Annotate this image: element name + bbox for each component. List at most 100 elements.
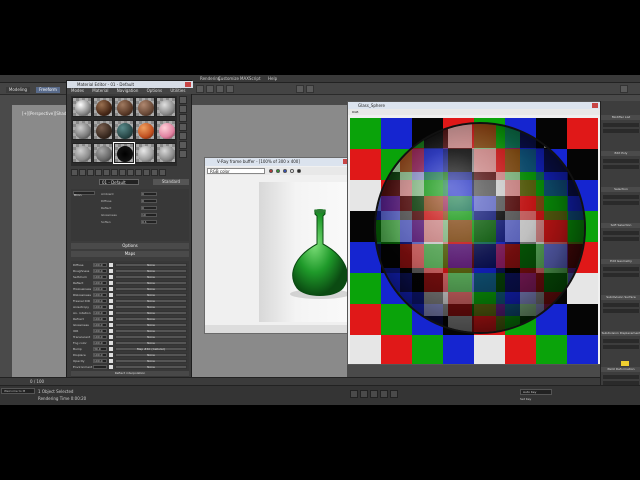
command-panel-field[interactable] bbox=[603, 309, 639, 313]
make-preview-icon[interactable] bbox=[179, 141, 187, 149]
command-panel-field[interactable] bbox=[603, 165, 639, 169]
channel-label[interactable]: RGB bbox=[352, 109, 358, 115]
material-name-field[interactable]: 01 - Default bbox=[99, 179, 139, 185]
map-slot-button[interactable]: None bbox=[115, 323, 187, 327]
map-slot-button[interactable]: None bbox=[115, 317, 187, 321]
map-enable-checkbox[interactable] bbox=[109, 359, 113, 363]
map-slot-button[interactable]: None bbox=[115, 365, 187, 369]
color-swatch[interactable] bbox=[621, 361, 629, 366]
command-panel-rollout[interactable]: Selection bbox=[601, 187, 640, 192]
param-spinner[interactable]: 0 bbox=[141, 192, 157, 196]
map-slot-button[interactable]: None bbox=[115, 287, 187, 291]
param-spinner[interactable]: 0 bbox=[141, 206, 157, 210]
material-id-icon[interactable] bbox=[127, 169, 134, 176]
map-enable-checkbox[interactable] bbox=[109, 281, 113, 285]
options-rollout-header[interactable]: Options bbox=[71, 243, 189, 249]
reset-map-icon[interactable] bbox=[95, 169, 102, 176]
move-icon[interactable] bbox=[206, 85, 214, 93]
options-icon[interactable] bbox=[179, 150, 187, 158]
map-enable-checkbox[interactable] bbox=[109, 335, 113, 339]
map-slot-button[interactable]: None bbox=[115, 269, 187, 273]
map-slot-button[interactable]: None bbox=[115, 359, 187, 363]
next-frame-icon[interactable] bbox=[380, 390, 388, 398]
map-slot-button[interactable]: Map #40 (Cellular) bbox=[115, 347, 187, 351]
tab-freeform[interactable]: Freeform bbox=[36, 87, 60, 93]
map-slot-button[interactable]: None bbox=[115, 341, 187, 345]
map-slot-button[interactable]: None bbox=[115, 293, 187, 297]
map-slot-button[interactable]: None bbox=[115, 353, 187, 357]
map-enable-checkbox[interactable] bbox=[109, 323, 113, 327]
maps-rollout-header[interactable]: Maps bbox=[71, 251, 189, 257]
map-enable-checkbox[interactable] bbox=[109, 341, 113, 345]
go-to-start-icon[interactable] bbox=[350, 390, 358, 398]
go-to-parent-icon[interactable] bbox=[151, 169, 158, 176]
param-spinner[interactable]: 10 bbox=[141, 213, 157, 217]
shader-select[interactable]: Blinn bbox=[73, 191, 95, 197]
command-panel-rollout[interactable]: Subdivision Displacement bbox=[601, 331, 640, 336]
map-amount-spinner[interactable]: 100.0 bbox=[93, 287, 107, 291]
assign-material-icon[interactable] bbox=[87, 169, 94, 176]
go-forward-icon[interactable] bbox=[159, 169, 166, 176]
render-icon[interactable] bbox=[306, 85, 314, 93]
command-panel-rollout[interactable]: Soft Selection bbox=[601, 223, 640, 228]
map-enable-checkbox[interactable] bbox=[109, 311, 113, 315]
put-to-library-icon[interactable] bbox=[119, 169, 126, 176]
map-enable-checkbox[interactable] bbox=[109, 317, 113, 321]
map-slot-button[interactable]: None bbox=[115, 275, 187, 279]
map-amount-spinner[interactable]: 100.0 bbox=[93, 281, 107, 285]
channel-toggle-icon[interactable] bbox=[297, 169, 301, 173]
map-slot-button[interactable]: None bbox=[115, 281, 187, 285]
get-material-icon[interactable] bbox=[71, 169, 78, 176]
map-amount-spinner[interactable]: 100.0 bbox=[93, 353, 107, 357]
command-panel-rollout[interactable]: Edit Geometry bbox=[601, 259, 640, 264]
map-enable-checkbox[interactable] bbox=[109, 287, 113, 291]
map-slot-button[interactable]: None bbox=[115, 311, 187, 315]
auto-key-button[interactable]: Auto Key bbox=[520, 389, 552, 395]
map-amount-spinner[interactable]: 100.0 bbox=[93, 269, 107, 273]
close-icon[interactable] bbox=[185, 82, 191, 87]
play-icon[interactable] bbox=[370, 390, 378, 398]
channel-toggle-icon[interactable] bbox=[269, 169, 273, 173]
sample-slot[interactable] bbox=[72, 143, 92, 163]
command-panel-rollout[interactable]: Subdivision Surface bbox=[601, 295, 640, 300]
show-map-icon[interactable] bbox=[135, 169, 142, 176]
map-slot-button[interactable]: None bbox=[115, 299, 187, 303]
maxscript-listener[interactable]: Welcome to M bbox=[1, 388, 35, 394]
reflect-interpolation-rollout[interactable]: Reflect interpolation bbox=[71, 371, 189, 376]
material-type-button[interactable]: Standard bbox=[153, 179, 189, 185]
close-icon[interactable] bbox=[592, 103, 598, 108]
map-enable-checkbox[interactable] bbox=[109, 263, 113, 267]
put-to-scene-icon[interactable] bbox=[79, 169, 86, 176]
map-enable-checkbox[interactable] bbox=[109, 299, 113, 303]
command-panel-rollout[interactable]: Paint Deformation bbox=[601, 367, 640, 372]
sample-slot[interactable] bbox=[114, 97, 134, 117]
sample-slot[interactable] bbox=[93, 120, 113, 140]
video-check-icon[interactable] bbox=[179, 132, 187, 140]
render-setup-icon[interactable] bbox=[296, 85, 304, 93]
map-enable-checkbox[interactable] bbox=[109, 347, 113, 351]
select-icon[interactable] bbox=[196, 85, 204, 93]
sample-slot[interactable] bbox=[135, 120, 155, 140]
sample-type-icon[interactable] bbox=[179, 96, 187, 104]
show-end-result-icon[interactable] bbox=[143, 169, 150, 176]
map-enable-checkbox[interactable] bbox=[109, 365, 113, 369]
timeline[interactable]: 0 / 100 bbox=[0, 377, 600, 385]
map-amount-spinner[interactable]: 100.0 bbox=[93, 335, 107, 339]
map-amount-spinner[interactable]: 100.0 bbox=[93, 293, 107, 297]
menu-navigation[interactable]: Navigation bbox=[117, 88, 139, 93]
map-slot-button[interactable]: None bbox=[115, 329, 187, 333]
sample-slot[interactable] bbox=[72, 120, 92, 140]
command-panel-rollout[interactable]: Modifier List bbox=[601, 115, 640, 120]
background-icon[interactable] bbox=[179, 114, 187, 122]
command-panel-field[interactable] bbox=[603, 273, 639, 277]
map-enable-checkbox[interactable] bbox=[109, 275, 113, 279]
menu-utilities[interactable]: Utilities bbox=[170, 88, 185, 93]
unique-icon[interactable] bbox=[111, 169, 118, 176]
map-amount-spinner[interactable]: 100.0 bbox=[93, 275, 107, 279]
set-key-button[interactable]: Set Key bbox=[520, 397, 531, 401]
sample-slot[interactable] bbox=[135, 143, 155, 163]
map-amount-spinner[interactable]: 100.0 bbox=[93, 311, 107, 315]
command-panel-field[interactable] bbox=[603, 231, 639, 235]
command-panel-rollout[interactable]: Edit Poly bbox=[601, 151, 640, 156]
render-frame-icon[interactable] bbox=[620, 85, 628, 93]
